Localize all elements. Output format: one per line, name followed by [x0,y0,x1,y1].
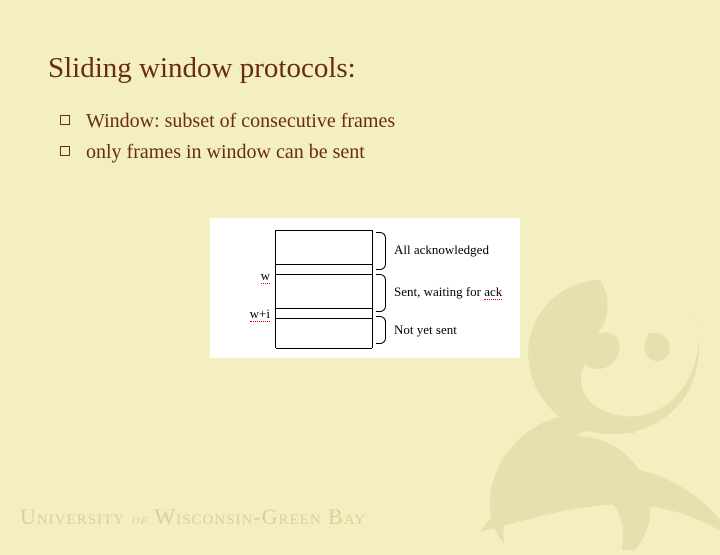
label-sent-waiting: Sent, waiting for ack [394,284,502,300]
frame-stack [275,230,373,348]
window-diagram: w w+i All acknowledged Sent, waiting for… [210,218,520,358]
slide: Sliding window protocols: Window: subset… [0,0,720,540]
footer-prefix: University [20,504,125,529]
frame-row [276,319,372,349]
footer-of: of [132,511,149,528]
brace-icon [376,232,386,270]
slide-title: Sliding window protocols: [48,52,672,85]
footer-suffix: Wisconsin-Green Bay [154,504,366,529]
university-footer: University of Wisconsin-Green Bay [20,504,366,530]
frame-row [276,231,372,265]
label-not-yet-sent: Not yet sent [394,322,457,338]
list-item: only frames in window can be sent [60,138,672,167]
frame-row [276,275,372,309]
list-item: Window: subset of consecutive frames [60,107,672,136]
brace-icon [376,274,386,312]
label-w-plus-i: w+i [220,306,270,322]
label-all-acknowledged: All acknowledged [394,242,489,258]
frame-row [276,265,372,275]
bullet-list: Window: subset of consecutive frames onl… [48,107,672,167]
brace-icon [376,316,386,344]
label-w: w [220,268,270,284]
frame-row [276,309,372,319]
